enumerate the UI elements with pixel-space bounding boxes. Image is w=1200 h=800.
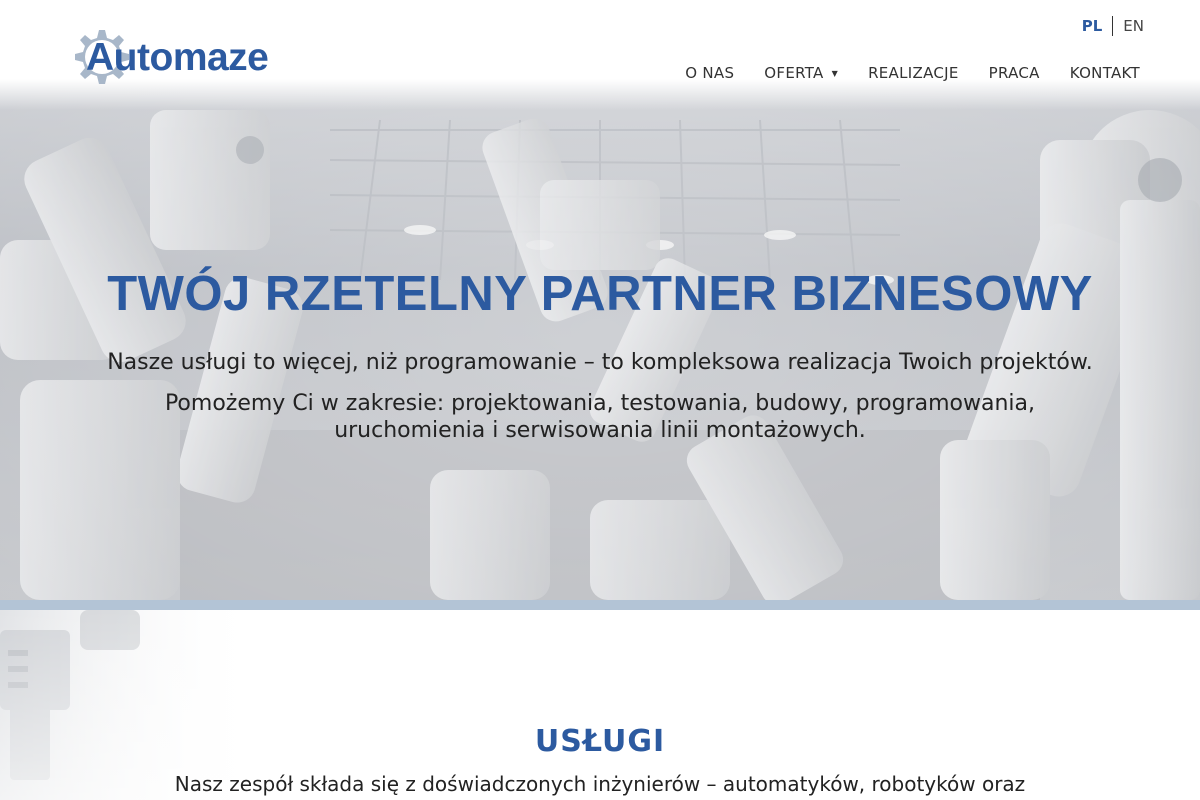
nav-item-label: PRACA xyxy=(988,64,1040,82)
logo-text-maze: maze xyxy=(172,36,269,79)
hero-title: TWÓJ RZETELNY PARTNER BIZNESOWY xyxy=(107,267,1093,321)
services-description: Nasz zespół składa się z doświadczonych … xyxy=(174,772,1026,796)
logo-text-auto: Auto xyxy=(86,36,173,79)
language-switcher: PL EN xyxy=(1082,16,1144,36)
language-en[interactable]: EN xyxy=(1113,17,1144,35)
nav-item-label: REALIZACJE xyxy=(868,64,959,82)
nav-item-o-nas[interactable]: O NAS xyxy=(685,64,734,82)
nav-item-label: O NAS xyxy=(685,64,735,82)
logo[interactable]: Automaze xyxy=(64,20,284,94)
services-title: USŁUGI xyxy=(534,724,666,759)
caret-down-icon: ▼ xyxy=(831,68,839,78)
language-pl[interactable]: PL xyxy=(1082,17,1113,35)
hero-subtitle-line-1: Nasze usługi to więcej, niż programowani… xyxy=(107,350,1093,375)
nav-item-label: KONTAKT xyxy=(1069,64,1140,82)
hero-bottom-divider xyxy=(0,600,1200,610)
nav-item-praca[interactable]: PRACA xyxy=(989,64,1040,82)
nav-item-realizacje[interactable]: REALIZACJE xyxy=(868,64,959,82)
nav-item-label: OFERTA xyxy=(764,64,824,82)
nav-item-kontakt[interactable]: KONTAKT xyxy=(1070,64,1140,82)
nav-item-oferta[interactable]: OFERTA ▼ xyxy=(764,64,838,82)
hero-subtitle-line-2: Pomożemy Ci w zakresie: projektowania, t… xyxy=(164,391,1036,443)
logo-text: Automaze xyxy=(86,36,269,80)
services-section: USŁUGI Nasz zespół składa się z doświadc… xyxy=(0,610,1200,800)
site-header: Automaze PL EN O NAS OFERTA ▼ REALIZACJE … xyxy=(0,0,1200,110)
main-nav: O NAS OFERTA ▼ REALIZACJE PRACA KONTAKT xyxy=(685,64,1140,82)
